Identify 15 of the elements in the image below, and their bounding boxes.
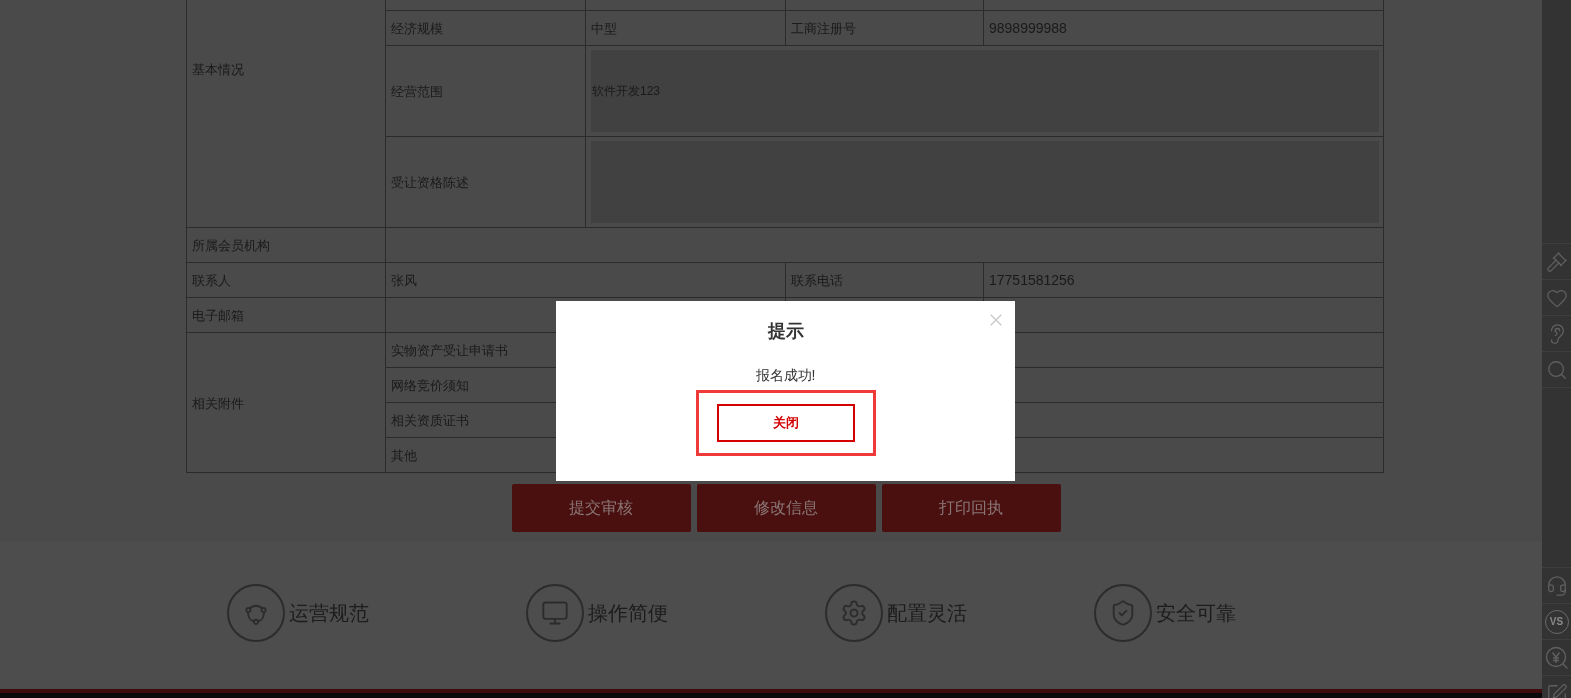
yen-search-icon[interactable] <box>1544 645 1569 670</box>
dialog-message: 报名成功! <box>755 366 816 385</box>
edit-icon[interactable] <box>1545 682 1568 698</box>
close-button[interactable]: 关闭 <box>716 404 855 442</box>
shield-check-icon <box>1094 584 1152 642</box>
monitor-icon <box>526 584 584 642</box>
action-button[interactable]: 提交审核 <box>511 484 691 532</box>
gavel-icon[interactable] <box>1545 250 1568 273</box>
search-icon[interactable] <box>1545 358 1568 381</box>
headset-icon[interactable] <box>1545 574 1568 597</box>
cycle-icon <box>227 584 285 642</box>
gear-icon <box>825 584 883 642</box>
action-button[interactable]: 修改信息 <box>696 484 876 532</box>
action-button[interactable]: 打印回执 <box>881 484 1061 532</box>
dialog-title: 提示 <box>767 320 804 343</box>
